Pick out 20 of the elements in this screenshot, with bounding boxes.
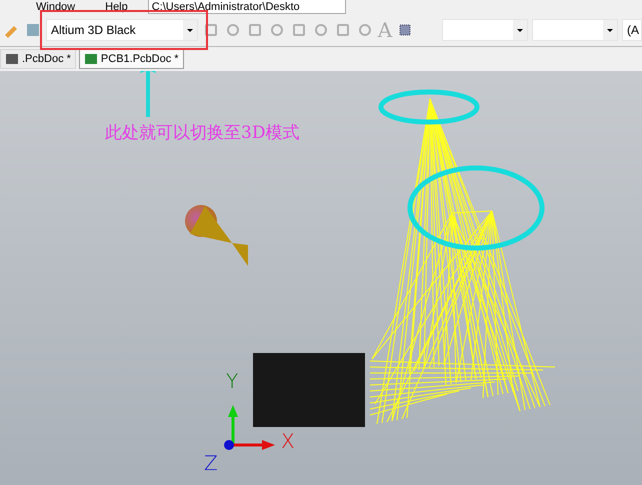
view-mode-combo[interactable]: Altium 3D Black [46,19,198,41]
axis-gizmo-drawing [224,405,275,450]
axis-label: Z [204,453,218,473]
caret-icon[interactable] [603,20,618,40]
cut-combo[interactable]: (A [622,19,642,41]
menu-item[interactable]: Window [26,0,86,14]
up-arrow [140,71,156,117]
menu-item[interactable]: Help [95,0,138,14]
document-tab[interactable]: PCB1.PcbDoc * [78,49,184,69]
3d-viewport[interactable]: 此处就可以切换至3D模式 X Y Z [0,71,642,485]
axis-label: Y [226,371,238,391]
axis-label: X [281,431,295,451]
document-tab[interactable]: .PcbDoc * [0,49,76,69]
path-field[interactable]: C:\Users\Administrator\Deskto [148,0,346,14]
caret-icon[interactable] [513,20,528,40]
light-source-drawing [185,205,248,266]
pcb-icon [5,53,19,65]
annotation-text: 此处就可以切换至3D模式 [105,122,300,144]
caret-icon[interactable] [182,20,197,40]
pcb-icon [84,53,98,65]
